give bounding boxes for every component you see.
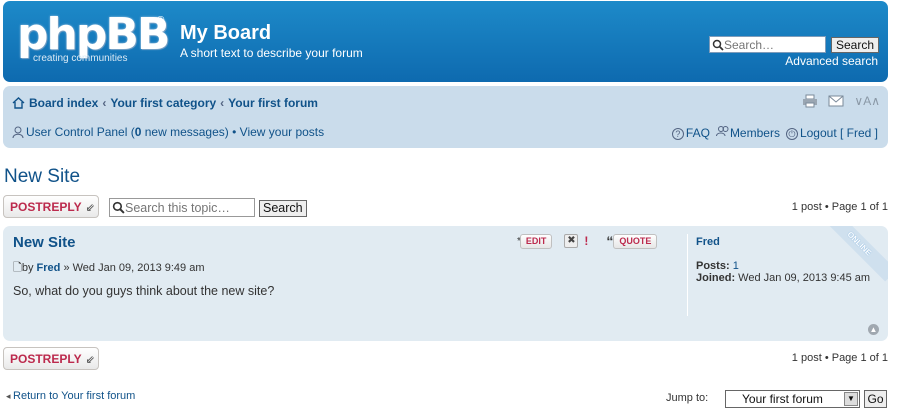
new-messages-count[interactable]: 0 (135, 125, 142, 139)
site-header: phpBB ® creating communities My Board A … (3, 1, 888, 82)
edit-button[interactable]: EDIT (519, 233, 553, 249)
topic-search-button[interactable]: Search (259, 200, 307, 217)
ucp-row: User Control Panel ( 0 new messages) • V… (12, 125, 324, 139)
breadcrumb-category[interactable]: Your first category (110, 96, 216, 110)
pagination-bottom: 1 post • Page 1 of 1 (791, 352, 888, 364)
post-author[interactable]: Fred (37, 262, 61, 274)
members-label: Members (729, 126, 780, 140)
view-posts-link[interactable]: View your posts (240, 125, 325, 139)
topic-title[interactable]: New Site (4, 166, 80, 188)
breadcrumb-separator: ‹ (220, 96, 225, 110)
return-label: Return to Your first forum (13, 390, 136, 402)
go-button[interactable]: Go (864, 390, 887, 408)
topic-search-input[interactable] (125, 200, 251, 215)
return-link[interactable]: ◂ Return to Your first forum (6, 390, 135, 402)
font-resize-control[interactable]: ∨A∧ (854, 94, 880, 108)
navbar: Board index ‹ Your first category ‹ Your… (3, 86, 888, 148)
reply-arrow-icon: ⇙ (85, 202, 95, 214)
jump-to-label: Jump to: (666, 392, 709, 404)
header-search-field[interactable] (709, 36, 826, 53)
home-icon[interactable] (12, 97, 25, 109)
logo-registered-mark: ® (157, 15, 165, 26)
post-icon[interactable]: 🗋 (13, 262, 22, 274)
site-logo[interactable]: phpBB ® creating communities (17, 9, 170, 69)
logo-tagline: creating communities (33, 53, 128, 64)
jump-to-value: Your first forum (742, 392, 823, 406)
pagination-top: 1 post • Page 1 of 1 (791, 201, 888, 213)
post: New Site 🗋by Fred » Wed Jan 09, 2013 9:4… (3, 226, 888, 341)
post-date: » Wed Jan 09, 2013 9:49 am (60, 262, 205, 274)
topic-search-field[interactable] (109, 198, 255, 217)
help-icon: ? (671, 127, 684, 140)
logout-label: Logout [ Fred ] (799, 125, 878, 140)
profile-posts: Posts: 1 (696, 260, 880, 272)
post-reply-button-bottom[interactable]: POSTREPLY ⇙ (3, 347, 99, 370)
breadcrumb-board-index[interactable]: Board index (29, 96, 98, 110)
post-divider (687, 234, 688, 316)
post-meta: 🗋by Fred » Wed Jan 09, 2013 9:49 am (13, 259, 205, 278)
logout-link[interactable]: ⏻ Logout [ Fred ] (785, 125, 878, 140)
members-icon (715, 126, 729, 137)
ucp-link[interactable]: User Control Panel ( (26, 125, 135, 139)
post-reply-label: POSTREPLY (10, 352, 82, 366)
breadcrumb: Board index ‹ Your first category ‹ Your… (12, 96, 318, 110)
back-to-top-icon[interactable]: ▲ (868, 324, 879, 335)
members-link[interactable]: Members (715, 125, 780, 140)
advanced-search-link[interactable]: Advanced search (785, 54, 878, 68)
dropdown-arrow-icon[interactable]: ▼ (844, 392, 858, 406)
post-meta-by: by (21, 262, 37, 274)
back-arrow-icon: ◂ (6, 391, 14, 401)
profile-joined: Joined: Wed Jan 09, 2013 9:45 am (696, 272, 880, 284)
print-icon[interactable] (802, 94, 818, 108)
post-body: So, what do you guys think about the new… (13, 284, 275, 298)
posts-label: Posts: (696, 260, 733, 272)
nav-right-links: ? FAQ Members ⏻ Logout [ Fred ] (671, 125, 878, 140)
font-increase-icon[interactable]: ∧ (871, 94, 880, 108)
power-icon: ⏻ (785, 127, 798, 140)
search-icon (112, 201, 125, 214)
faq-label: FAQ (685, 125, 710, 140)
search-icon (712, 39, 724, 51)
post-subject[interactable]: New Site (13, 234, 76, 251)
font-decrease-icon[interactable]: ∨ (854, 94, 863, 108)
breadcrumb-forum[interactable]: Your first forum (228, 96, 318, 110)
font-resize-label: A (863, 94, 872, 108)
new-messages-suffix: new messages) • (141, 125, 240, 139)
post-reply-label: POSTREPLY (10, 200, 82, 214)
post-buttons: * EDIT ✖ ! “ QUOTE (517, 233, 658, 249)
quote-mark-icon: “ (606, 233, 614, 249)
reply-arrow-icon: ⇙ (85, 354, 95, 366)
header-search-input[interactable] (724, 37, 822, 52)
post-reply-button-top[interactable]: POSTREPLY ⇙ (3, 195, 99, 218)
joined-value: Wed Jan 09, 2013 9:45 am (738, 272, 871, 284)
delete-icon[interactable]: ✖ (564, 234, 579, 248)
quote-button[interactable]: QUOTE (613, 233, 658, 249)
site-title[interactable]: My Board (180, 22, 271, 45)
email-icon[interactable] (828, 95, 844, 107)
user-icon (12, 126, 24, 138)
breadcrumb-separator: ‹ (102, 96, 107, 110)
nav-tools: ∨A∧ (802, 94, 880, 108)
header-search-button[interactable]: Search (831, 37, 880, 53)
jump-to-select[interactable]: Your first forum ▼ (725, 390, 860, 408)
joined-label: Joined: (696, 272, 739, 284)
faq-link[interactable]: ? FAQ (671, 125, 710, 140)
report-icon[interactable]: ! (584, 234, 588, 248)
site-description: A short text to describe your forum (180, 46, 363, 60)
posts-value[interactable]: 1 (733, 260, 739, 272)
